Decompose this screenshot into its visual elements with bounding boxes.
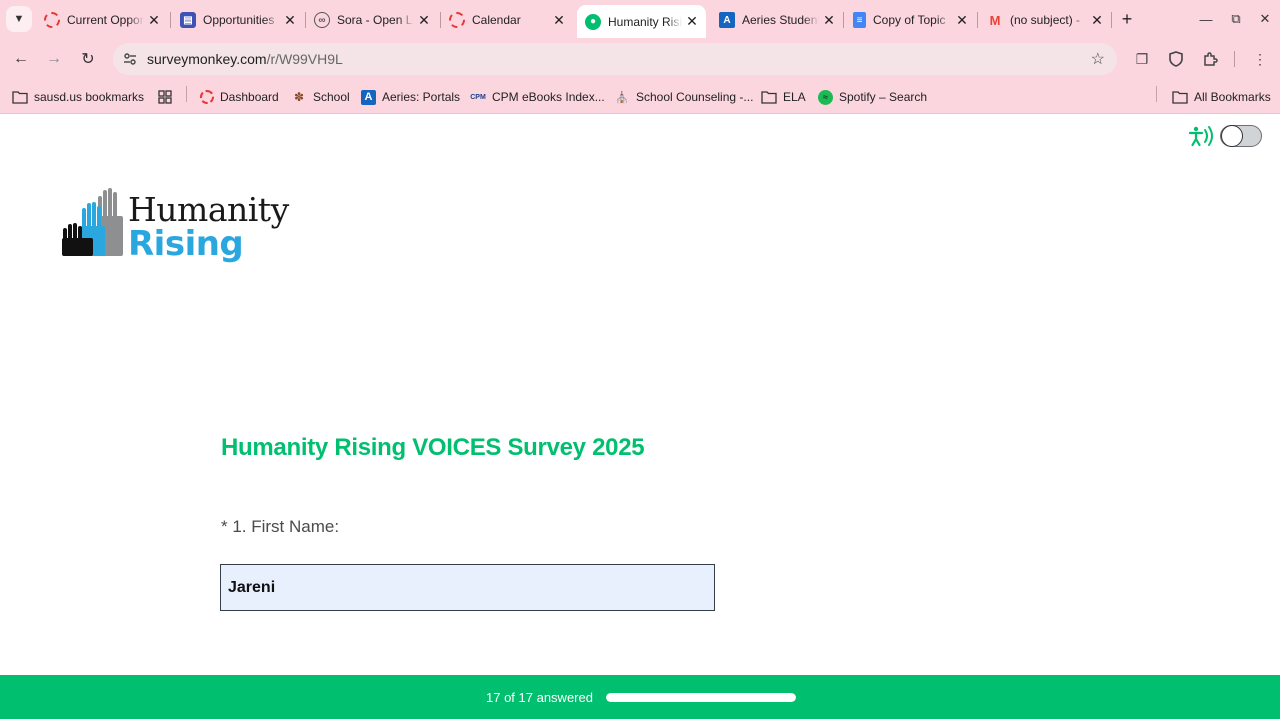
reload-icon: ↻	[81, 51, 95, 68]
tab-gmail[interactable]: M (no subject) - ✕	[979, 5, 1111, 35]
bookmark-star-icon[interactable]: ☆	[1091, 49, 1105, 69]
tab-divider	[170, 12, 171, 28]
toggle-knob	[1221, 125, 1243, 147]
bookmark-sausd-folder[interactable]: sausd.us bookmarks	[12, 86, 144, 108]
site-settings-icon[interactable]	[118, 47, 142, 71]
new-tab-button[interactable]: +	[1116, 8, 1138, 30]
sora-icon: ∞	[314, 12, 330, 28]
bookmark-aeries-portals[interactable]: A Aeries: Portals	[361, 86, 460, 108]
tab-opportunities[interactable]: ▤ Opportunities ✕	[172, 5, 304, 35]
close-window-button[interactable]: ✕	[1254, 8, 1276, 30]
tab-divider	[843, 12, 844, 28]
aeries-icon: A	[719, 12, 735, 28]
arrow-left-icon: ←	[13, 50, 29, 67]
surveymonkey-icon: ●	[585, 13, 601, 30]
cpm-icon: CPM	[470, 93, 486, 101]
school-building-icon: ⛪	[615, 91, 629, 104]
progress-text: 17 of 17 answered	[486, 690, 593, 705]
bookmark-cpm-ebooks[interactable]: CPM CPM eBooks Index...	[470, 86, 605, 108]
restore-button[interactable]: ⧉	[1225, 8, 1247, 30]
more-menu-icon[interactable]: ⋮	[1249, 48, 1271, 70]
close-tab-icon[interactable]: ✕	[280, 10, 300, 30]
bookmark-dashboard[interactable]: Dashboard	[200, 86, 279, 108]
tab-divider	[1111, 12, 1112, 28]
bookmark-divider	[186, 86, 187, 102]
url-text: surveymonkey.com/r/W99VH9L	[147, 51, 343, 67]
tab-sora[interactable]: ∞ Sora - Open Library ✕	[306, 5, 438, 35]
extension-icon[interactable]: ❐	[1131, 48, 1153, 70]
progress-bar	[606, 693, 796, 702]
restore-icon: ⧉	[1231, 11, 1241, 26]
plus-icon: +	[1121, 8, 1133, 29]
accessibility-icon[interactable]	[1188, 124, 1216, 148]
progress-bar-fill	[606, 693, 796, 702]
red-ring-icon	[200, 90, 214, 104]
reload-button[interactable]: ↻	[76, 47, 100, 71]
tab-calendar[interactable]: Calendar ✕	[441, 5, 573, 35]
spotify-icon: ≈	[818, 89, 833, 105]
browser-toolbar: ← → ↻ surveymonkey.com/r/W99VH9L ☆ ❐ ⋮	[0, 38, 1280, 80]
close-tab-icon[interactable]: ✕	[144, 10, 164, 30]
tab-strip: ▼ Current Opportunities ✕ ▤ Opportunitie…	[0, 0, 1280, 38]
humanity-rising-logo: Humanity Rising	[62, 188, 302, 268]
tab-aeries-student[interactable]: A Aeries Student ✕	[711, 5, 843, 35]
bookmark-apps[interactable]	[157, 86, 179, 108]
tab-copy-of-topic[interactable]: ≡ Copy of Topic ✕	[845, 5, 976, 35]
forward-button[interactable]: →	[42, 47, 66, 71]
gmail-icon: M	[989, 12, 1001, 28]
close-icon: ✕	[1259, 11, 1271, 26]
tab-humanity-rising[interactable]: ● Humanity Rising ✕	[577, 5, 706, 38]
bookmark-school[interactable]: ✽ School	[291, 86, 350, 108]
red-ring-icon	[44, 12, 60, 28]
close-tab-icon[interactable]: ✕	[1087, 10, 1107, 30]
aeries-icon: A	[361, 89, 376, 105]
bookmark-divider	[1156, 86, 1157, 102]
close-tab-icon[interactable]: ✕	[549, 10, 569, 30]
close-tab-icon[interactable]: ✕	[952, 10, 972, 30]
arrow-right-icon: →	[46, 50, 62, 67]
question-label: * 1. First Name:	[221, 517, 340, 536]
minimize-icon: —	[1199, 11, 1213, 27]
folder-icon	[1172, 89, 1188, 105]
survey-page: Humanity Rising Humanity Rising VOICES S…	[0, 114, 1280, 675]
close-tab-icon[interactable]: ✕	[682, 12, 702, 32]
tab-divider	[977, 12, 978, 28]
bookmark-ela-folder[interactable]: ELA	[761, 86, 806, 108]
shield-icon[interactable]	[1165, 48, 1187, 70]
bookmarks-bar: sausd.us bookmarks Dashboard ✽ School A …	[0, 80, 1280, 114]
logo-text-rising: Rising	[128, 224, 244, 264]
extensions-puzzle-icon[interactable]	[1199, 48, 1221, 70]
bookmark-school-counseling[interactable]: ⛪ School Counseling -...	[614, 86, 753, 108]
back-button[interactable]: ←	[9, 47, 33, 71]
docs-icon: ≡	[853, 12, 866, 28]
accessibility-toggle[interactable]	[1220, 125, 1262, 147]
school-icon: ✽	[293, 90, 305, 104]
forms-icon: ▤	[180, 12, 196, 28]
minimize-button[interactable]: —	[1195, 8, 1217, 30]
close-tab-icon[interactable]: ✕	[819, 10, 839, 30]
chevron-down-icon: ▼	[13, 13, 25, 25]
apps-grid-icon	[157, 89, 173, 105]
address-bar[interactable]: surveymonkey.com/r/W99VH9L ☆	[113, 43, 1117, 75]
bookmark-spotify[interactable]: ≈ Spotify – Search	[818, 86, 927, 108]
first-name-input[interactable]	[220, 564, 715, 611]
progress-footer: 17 of 17 answered	[0, 675, 1280, 719]
survey-title: Humanity Rising VOICES Survey 2025	[221, 434, 645, 461]
folder-icon	[761, 89, 777, 105]
tab-current-opportunities[interactable]: Current Opportunities ✕	[36, 5, 168, 35]
tab-search-button[interactable]: ▼	[6, 6, 32, 32]
hands-logo-icon	[62, 188, 123, 256]
folder-icon	[12, 89, 28, 105]
red-ring-icon	[449, 12, 465, 28]
toolbar-divider	[1234, 51, 1235, 67]
close-tab-icon[interactable]: ✕	[414, 10, 434, 30]
all-bookmarks-button[interactable]: All Bookmarks	[1172, 86, 1271, 108]
